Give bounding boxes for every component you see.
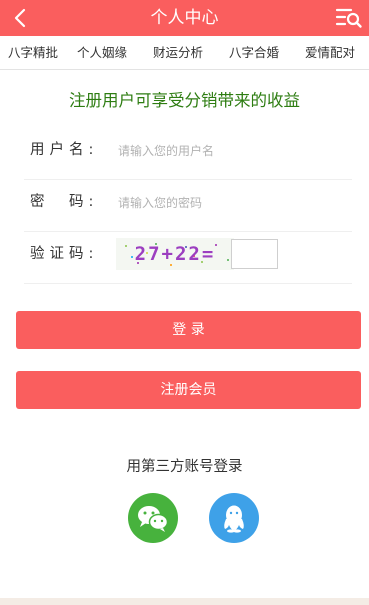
wechat-icon — [138, 506, 169, 532]
wechat-login-button[interactable] — [128, 493, 178, 543]
category-tabs: 八字精批 个人姻缘 财运分析 八字合婚 爱情配对 — [0, 36, 369, 70]
register-button[interactable]: 注册会员 — [16, 371, 361, 409]
tab-bazi-hehun[interactable]: 八字合婚 — [216, 36, 292, 69]
captcha-row: 验证码: 27+22= — [24, 232, 352, 284]
promo-headline: 注册用户可享受分销带来的收益 — [69, 91, 300, 110]
captcha-image[interactable]: 27+22= — [116, 238, 234, 270]
bottom-band — [0, 598, 369, 605]
password-input[interactable] — [118, 190, 338, 216]
menu-search-button[interactable] — [335, 5, 363, 31]
page-title: 个人中心 — [150, 8, 219, 28]
top-bar: 个人中心 — [0, 0, 369, 36]
login-button[interactable]: 登 录 — [16, 311, 361, 349]
password-row: 密 码: — [24, 180, 352, 232]
tab-caiyun-fenxi[interactable]: 财运分析 — [140, 36, 216, 69]
qq-icon — [224, 505, 244, 533]
third-party-title: 用第三方账号登录 — [126, 459, 243, 475]
username-label: 用户名: — [30, 142, 99, 158]
password-label: 密 码: — [30, 194, 99, 210]
tab-aiqing-peidui[interactable]: 爱情配对 — [292, 36, 368, 69]
captcha-text: 27+22= — [134, 243, 216, 265]
qq-login-button[interactable] — [209, 493, 259, 543]
username-row: 用户名: — [24, 128, 352, 180]
captcha-label: 验证码: — [30, 246, 99, 262]
menu-search-icon — [335, 8, 362, 28]
username-input[interactable] — [118, 138, 338, 164]
tab-bazi-jingpi[interactable]: 八字精批 — [0, 36, 64, 69]
tab-geren-yinyuan[interactable]: 个人姻缘 — [64, 36, 140, 69]
captcha-input[interactable] — [231, 239, 278, 269]
